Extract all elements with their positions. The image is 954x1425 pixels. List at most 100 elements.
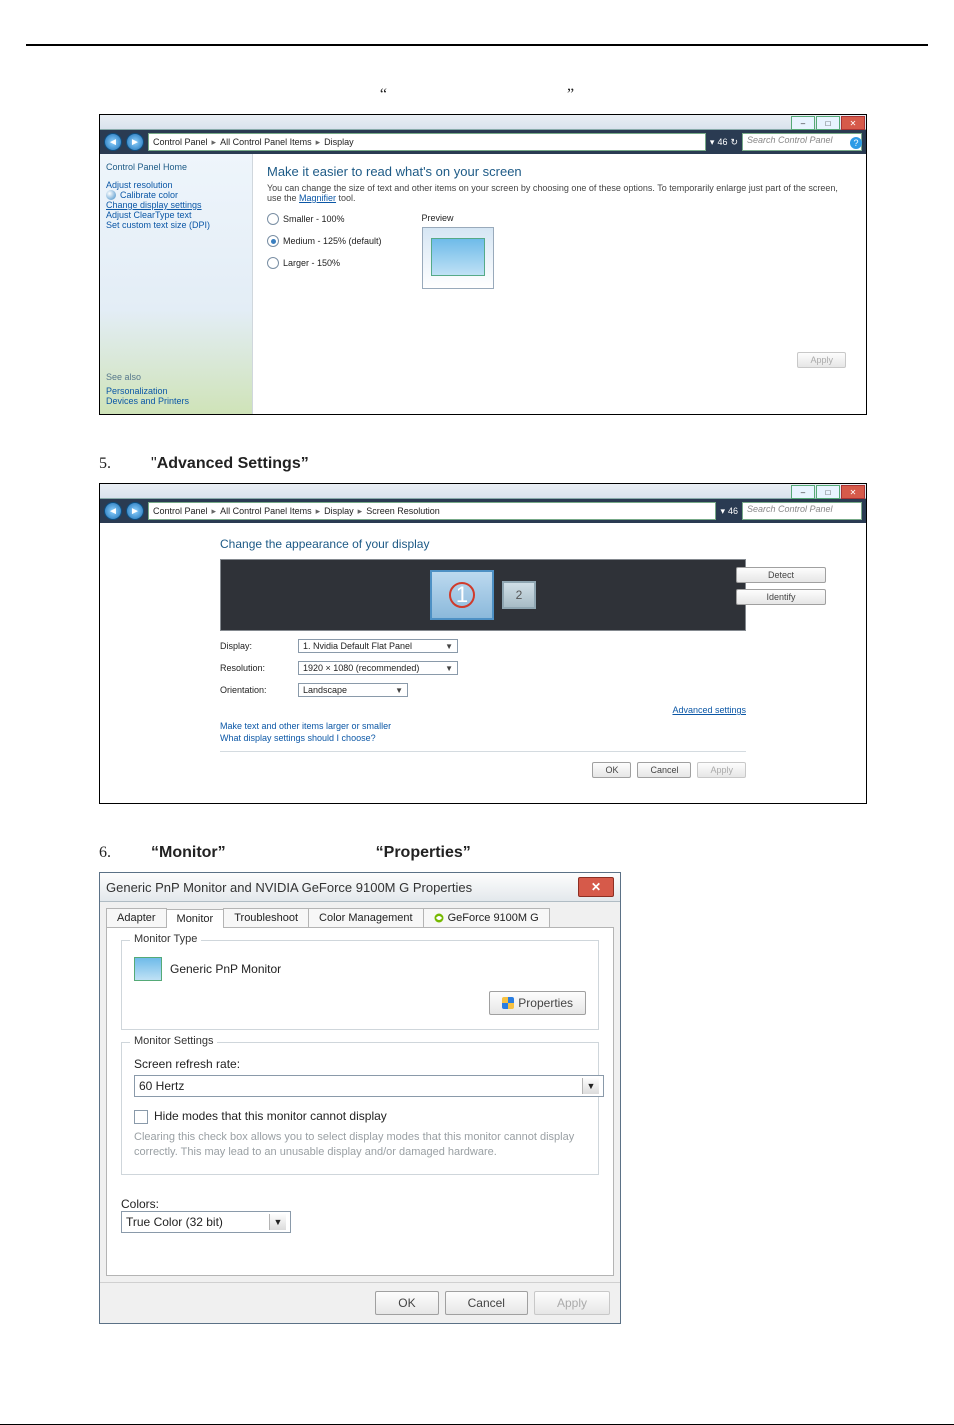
tab-geforce[interactable]: GeForce 9100M G bbox=[423, 908, 550, 927]
step-text: “Monitor” bbox=[151, 844, 226, 862]
radio-label: Medium - 125% (default) bbox=[283, 236, 382, 246]
chevron-down-icon: ▼ bbox=[445, 642, 453, 651]
minimize-button[interactable]: – bbox=[791, 485, 815, 499]
orientation-select[interactable]: Landscape▼ bbox=[298, 683, 408, 697]
tab-monitor[interactable]: Monitor bbox=[166, 909, 225, 928]
page-description: You can change the size of text and othe… bbox=[267, 183, 852, 203]
breadcrumb: Control Panel bbox=[153, 137, 208, 147]
address-field[interactable]: Control Panel▸ All Control Panel Items▸ … bbox=[148, 133, 706, 151]
monitor-1[interactable]: 1 bbox=[430, 570, 494, 620]
tab-color-management[interactable]: Color Management bbox=[308, 908, 424, 927]
breadcrumb: Control Panel bbox=[153, 506, 208, 516]
sidebar-item[interactable]: Calibrate color bbox=[120, 190, 178, 200]
display-select[interactable]: 1. Nvidia Default Flat Panel▼ bbox=[298, 639, 458, 653]
back-button[interactable]: ◄ bbox=[104, 133, 122, 151]
main-pane: Make it easier to read what's on your sc… bbox=[253, 154, 866, 414]
maximize-button[interactable]: □ bbox=[816, 485, 840, 499]
chevron-down-icon: ▼ bbox=[582, 1078, 599, 1094]
close-button[interactable]: ✕ bbox=[578, 877, 614, 897]
address-bar: ◄ ► Control Panel▸ All Control Panel Ite… bbox=[100, 130, 866, 154]
refresh-rate-select[interactable]: 60 Hertz ▼ bbox=[134, 1075, 604, 1097]
quote-right: ” bbox=[567, 86, 574, 104]
refresh-rate-label: Screen refresh rate: bbox=[134, 1057, 586, 1071]
chevron-down-icon: ▼ bbox=[445, 664, 453, 673]
sidebar-item[interactable]: Adjust resolution bbox=[106, 180, 246, 190]
detect-button[interactable]: Detect bbox=[736, 567, 826, 583]
orientation-label: Orientation: bbox=[220, 685, 280, 695]
advanced-settings-link[interactable]: Advanced settings bbox=[672, 705, 746, 715]
monitor-arrangement[interactable]: 1 2 bbox=[220, 559, 746, 631]
maximize-button[interactable]: □ bbox=[816, 116, 840, 130]
sidebar-item[interactable]: Change display settings bbox=[106, 200, 246, 210]
sidebar-item[interactable]: Set custom text size (DPI) bbox=[106, 220, 246, 230]
cancel-button[interactable]: Cancel bbox=[445, 1291, 528, 1315]
step-text: "Advanced Settings” bbox=[151, 455, 309, 473]
cancel-button[interactable]: Cancel bbox=[637, 762, 691, 778]
what-settings-link[interactable]: What display settings should I choose? bbox=[220, 733, 746, 743]
breadcrumb: All Control Panel Items bbox=[220, 137, 312, 147]
sidebar: Control Panel Home Adjust resolution Cal… bbox=[100, 154, 253, 414]
chevron-down-icon: ▼ bbox=[269, 1214, 286, 1230]
radio-label: Larger - 150% bbox=[283, 258, 340, 268]
page-title: Make it easier to read what's on your sc… bbox=[267, 164, 852, 179]
radio-label: Smaller - 100% bbox=[283, 214, 345, 224]
ok-button[interactable]: OK bbox=[375, 1291, 438, 1315]
colors-select[interactable]: True Color (32 bit) ▼ bbox=[121, 1211, 291, 1233]
nvidia-icon bbox=[434, 913, 444, 923]
help-icon[interactable]: ? bbox=[850, 137, 862, 149]
make-larger-link[interactable]: Make text and other items larger or smal… bbox=[220, 721, 746, 731]
quote-left: “ bbox=[380, 86, 387, 104]
titlebar: – □ ✕ bbox=[100, 115, 866, 130]
size-radio-larger[interactable]: Larger - 150% bbox=[267, 257, 382, 269]
close-button[interactable]: ✕ bbox=[841, 116, 865, 130]
monitor-type-group: Monitor Type Generic PnP Monitor Propert… bbox=[121, 940, 599, 1030]
document-top-rule bbox=[26, 30, 928, 46]
close-button[interactable]: ✕ bbox=[841, 485, 865, 499]
step-text: “Properties” bbox=[376, 844, 471, 862]
minimize-button[interactable]: – bbox=[791, 116, 815, 130]
group-legend: Monitor Settings bbox=[130, 1035, 217, 1047]
apply-button[interactable]: Apply bbox=[797, 352, 846, 368]
refresh-button[interactable]: ▾ 46 ↻ bbox=[710, 137, 738, 148]
preview-label: Preview bbox=[422, 213, 494, 223]
forward-button[interactable]: ► bbox=[126, 502, 144, 520]
address-field[interactable]: Control Panel▸ All Control Panel Items▸ … bbox=[148, 502, 716, 520]
apply-button[interactable]: Apply bbox=[534, 1291, 610, 1315]
shield-icon bbox=[502, 997, 514, 1009]
see-also-link[interactable]: Devices and Printers bbox=[106, 396, 246, 406]
breadcrumb: Display bbox=[324, 506, 354, 516]
dialog-titlebar: Generic PnP Monitor and NVIDIA GeForce 9… bbox=[100, 873, 620, 902]
group-legend: Monitor Type bbox=[130, 933, 201, 945]
chevron-down-icon: ▼ bbox=[395, 686, 403, 695]
see-also-heading: See also bbox=[106, 372, 246, 382]
size-radio-smaller[interactable]: Smaller - 100% bbox=[267, 213, 382, 225]
apply-button[interactable]: Apply bbox=[697, 762, 746, 778]
search-input[interactable]: Search Control Panel bbox=[742, 133, 862, 151]
resolution-select[interactable]: 1920 × 1080 (recommended)▼ bbox=[298, 661, 458, 675]
hide-modes-description: Clearing this check box allows you to se… bbox=[134, 1130, 586, 1160]
tab-troubleshoot[interactable]: Troubleshoot bbox=[223, 908, 309, 927]
ok-button[interactable]: OK bbox=[592, 762, 631, 778]
hide-modes-label: Hide modes that this monitor cannot disp… bbox=[154, 1109, 387, 1123]
sidebar-item[interactable]: Adjust ClearType text bbox=[106, 210, 246, 220]
identify-button[interactable]: Identify bbox=[736, 589, 826, 605]
monitor-2[interactable]: 2 bbox=[502, 581, 536, 609]
tab-adapter[interactable]: Adapter bbox=[106, 908, 167, 927]
forward-button[interactable]: ► bbox=[126, 133, 144, 151]
back-button[interactable]: ◄ bbox=[104, 502, 122, 520]
size-radio-medium[interactable]: Medium - 125% (default) bbox=[267, 235, 382, 247]
calibrate-icon bbox=[106, 190, 116, 200]
display-window: – □ ✕ ◄ ► Control Panel▸ All Control Pan… bbox=[99, 114, 867, 415]
properties-button[interactable]: Properties bbox=[489, 991, 586, 1015]
hide-modes-checkbox[interactable] bbox=[134, 1110, 148, 1124]
see-also-link[interactable]: Personalization bbox=[106, 386, 246, 396]
step-number: 6. bbox=[99, 844, 111, 862]
screen-resolution-window: – □ ✕ ◄ ► Control Panel▸ All Control Pan… bbox=[99, 483, 867, 804]
preview-image bbox=[422, 227, 494, 289]
monitor-properties-dialog: Generic PnP Monitor and NVIDIA GeForce 9… bbox=[99, 872, 621, 1324]
search-input[interactable]: Search Control Panel bbox=[742, 502, 862, 520]
magnifier-link[interactable]: Magnifier bbox=[299, 193, 336, 203]
address-bar: ◄ ► Control Panel▸ All Control Panel Ite… bbox=[100, 499, 866, 523]
control-panel-home[interactable]: Control Panel Home bbox=[106, 162, 246, 172]
refresh-button[interactable]: ▾46 bbox=[720, 506, 738, 517]
